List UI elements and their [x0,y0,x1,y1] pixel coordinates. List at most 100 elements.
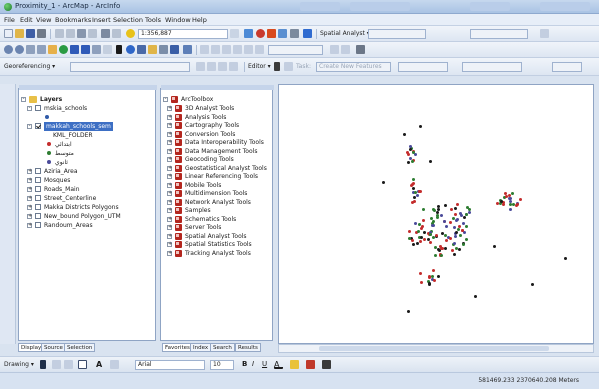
scrollbar-thumb[interactable] [319,346,549,351]
create-features-field[interactable]: Create New Features [316,62,391,72]
flicker-icon[interactable] [222,45,231,54]
expand-icon[interactable]: + [167,233,172,239]
hyperlink-icon[interactable] [148,45,157,54]
map-horizontal-scrollbar[interactable] [278,344,594,353]
expand-icon[interactable]: + [27,178,32,183]
snapping-field[interactable] [462,62,522,72]
expand-icon[interactable]: + [167,148,172,154]
expand-icon[interactable]: + [167,157,172,162]
histogram-icon[interactable] [540,29,549,38]
expand-icon[interactable]: + [167,250,172,256]
time-slider-icon[interactable] [170,45,179,54]
layer-visibility-checkbox[interactable] [35,177,41,183]
transparency-icon[interactable] [233,45,242,54]
layer-visibility-checkbox[interactable] [35,195,41,201]
brightness-icon[interactable] [255,45,264,54]
target-layer-field[interactable] [398,62,448,72]
select-features-icon[interactable] [92,45,101,54]
arccatalog-icon[interactable] [267,29,276,38]
model-builder-icon[interactable] [290,29,299,38]
contrast-icon[interactable] [244,45,253,54]
tab-source[interactable]: Source [41,343,66,352]
full-extent-icon[interactable] [59,45,68,54]
menu-help[interactable]: Help [192,16,207,24]
editor-menu[interactable]: Editor ▾ [248,63,271,70]
edit-tool-icon[interactable] [274,62,280,71]
effects-icon[interactable] [200,45,209,54]
layer-visibility-checkbox[interactable] [35,222,41,228]
font-name-field[interactable]: Arial [135,360,205,370]
new-document-icon[interactable] [4,29,13,38]
layer-visibility-checkbox[interactable] [35,105,41,111]
menu-insert[interactable]: Insert [92,16,111,24]
expand-icon[interactable]: + [27,223,32,228]
zoom-in-icon[interactable] [4,45,13,54]
go-forward-icon[interactable] [81,45,90,54]
marker-color-icon[interactable] [322,360,331,369]
effects-layer-field[interactable] [268,45,323,55]
expand-icon[interactable]: + [27,187,32,192]
command-line-icon[interactable] [278,29,287,38]
tab-search[interactable]: Search [210,343,235,352]
select-elements-icon[interactable] [40,360,46,369]
expand-icon[interactable]: + [167,216,172,222]
map-scale-field[interactable]: 1:356,887 [138,29,228,39]
expand-icon[interactable]: + [27,214,32,219]
arctoolbox-icon[interactable] [256,29,265,38]
zoom-out-icon[interactable] [15,45,24,54]
paste-icon[interactable] [77,29,86,38]
font-size-field[interactable]: 10 [210,360,234,370]
print-preview-icon[interactable] [356,45,365,54]
copy-icon[interactable] [66,29,75,38]
clear-selection-icon[interactable] [103,45,112,54]
whats-this-icon[interactable] [303,29,312,38]
menu-window[interactable]: Window [165,16,191,24]
drawing-menu[interactable]: Drawing ▾ [4,361,34,368]
measure-icon[interactable] [159,45,168,54]
georef-tool-icon[interactable] [330,45,339,54]
open-folder-icon[interactable] [15,29,24,38]
underline-icon[interactable]: U [262,360,271,369]
map-view[interactable] [278,84,594,344]
cut-icon[interactable] [55,29,64,38]
expand-icon[interactable]: + [27,196,32,201]
expand-icon[interactable]: + [167,131,172,137]
save-icon[interactable] [26,29,35,38]
italic-icon[interactable]: I [252,360,261,369]
collapse-icon[interactable]: - [163,97,168,102]
text-tool-icon[interactable]: A [96,360,105,369]
expand-icon[interactable]: + [167,182,172,188]
menu-file[interactable]: File [4,16,15,24]
expand-icon[interactable]: + [167,140,172,145]
sketch-tool-icon[interactable] [284,62,293,71]
expand-icon[interactable]: + [167,106,172,111]
expand-icon[interactable]: + [167,165,172,171]
edit-vertices-icon[interactable] [110,360,119,369]
layer-visibility-checkbox[interactable] [35,123,41,129]
editor-toolbar-icon[interactable] [244,29,253,38]
tab-selection[interactable]: Selection [64,343,96,352]
bold-icon[interactable]: B [242,360,251,369]
georeferencing-menu[interactable]: Georeferencing ▾ [4,63,55,70]
layer-visibility-checkbox[interactable] [35,186,41,192]
tab-index[interactable]: Index [190,343,212,352]
shift-icon[interactable] [207,62,216,71]
layout-view-icon[interactable] [183,45,192,54]
layer-visibility-checkbox[interactable] [35,213,41,219]
collapse-icon[interactable]: - [27,106,32,111]
collapse-icon[interactable]: - [21,97,26,102]
expand-icon[interactable]: + [167,123,172,128]
expand-icon[interactable]: + [167,199,172,205]
swipe-icon[interactable] [211,45,220,54]
identify-icon[interactable] [126,45,135,54]
collapse-icon[interactable]: - [27,124,32,129]
line-color-icon[interactable] [306,360,315,369]
tab-favorites[interactable]: Favorites [162,343,193,352]
pan-icon[interactable] [48,45,57,54]
menu-tools[interactable]: Tools [145,16,161,24]
expand-icon[interactable]: + [167,114,172,120]
expand-icon[interactable]: + [167,225,172,230]
add-control-points-icon[interactable] [218,62,227,71]
menu-edit[interactable]: Edit [20,16,33,24]
font-color-icon[interactable]: A [274,360,283,369]
